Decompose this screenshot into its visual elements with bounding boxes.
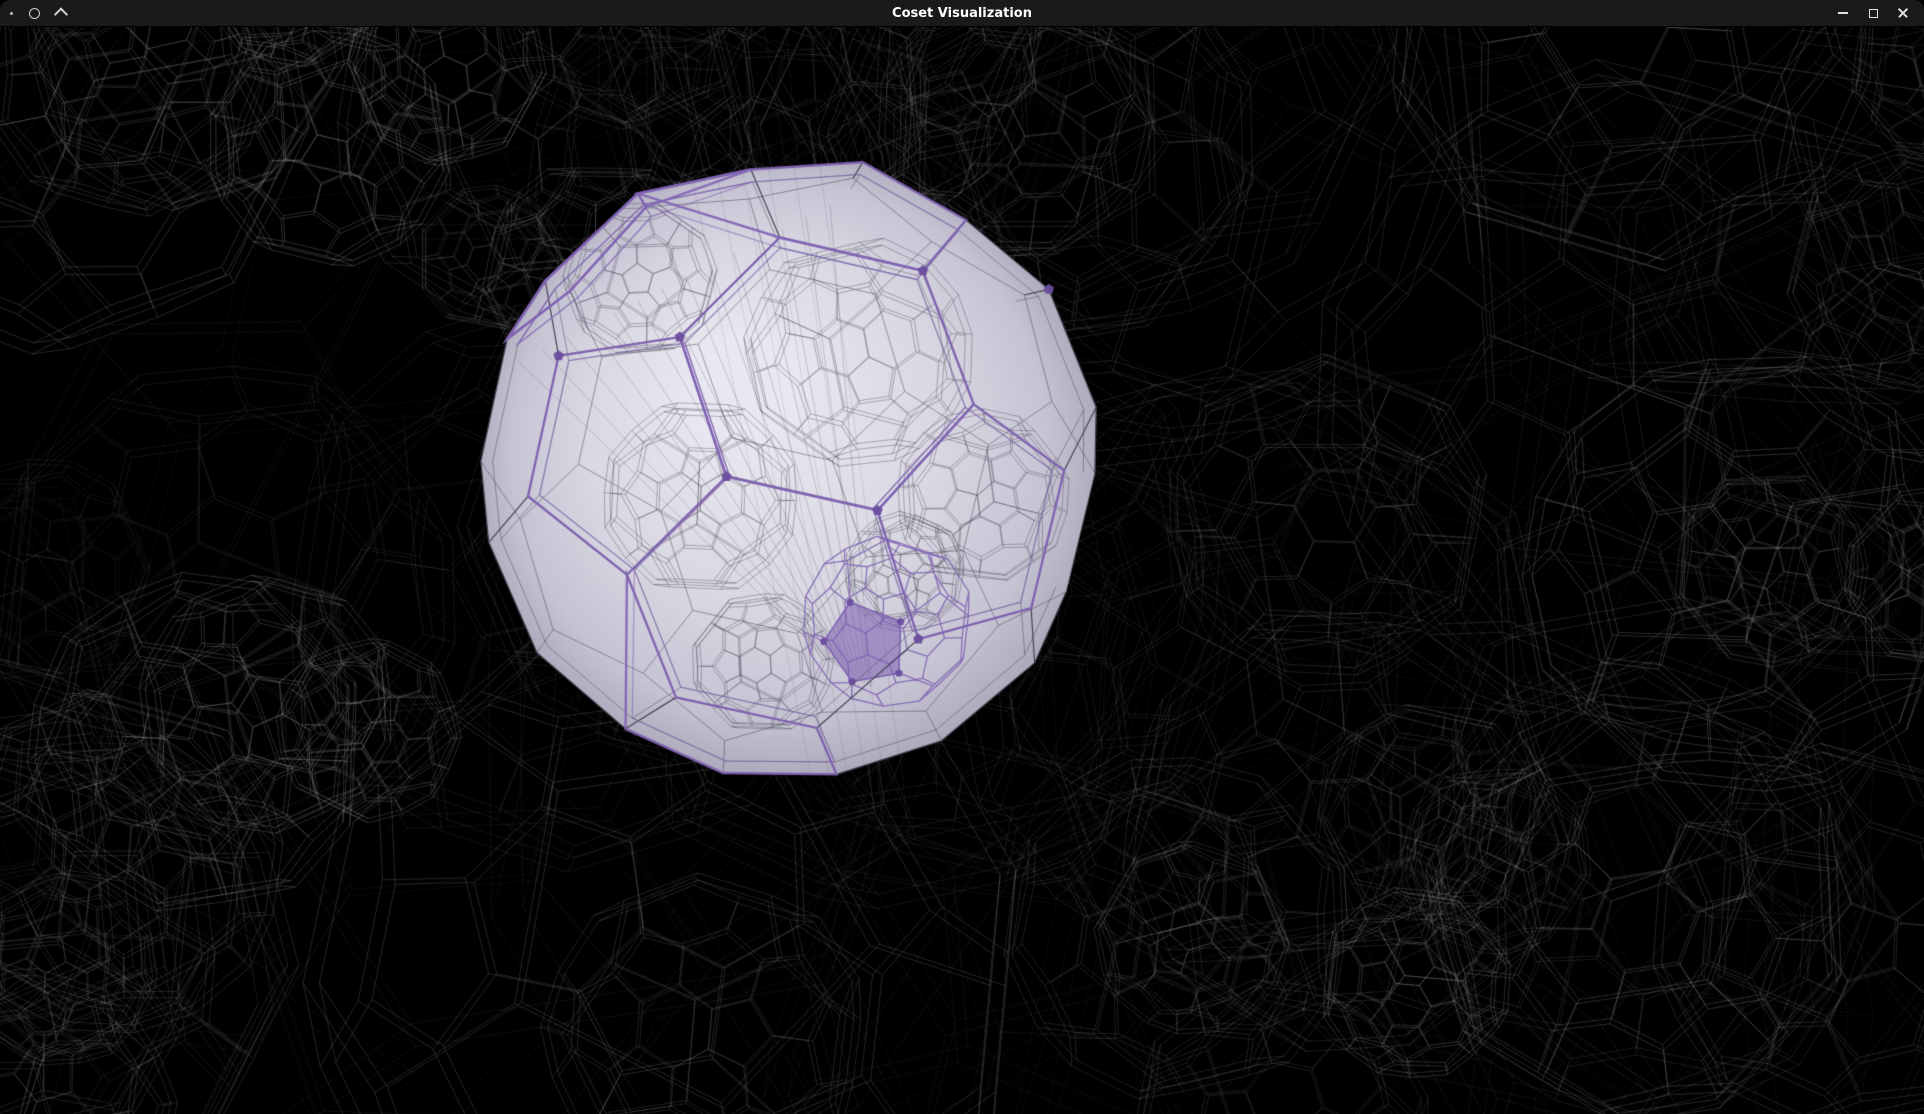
close-icon — [1897, 7, 1909, 19]
coset-3d-canvas[interactable] — [0, 27, 1924, 1114]
app-window: Coset Visualization — [0, 0, 1924, 1114]
titlebar-left-icons — [0, 8, 66, 19]
dot-indicator-icon — [10, 12, 13, 15]
close-button[interactable] — [1894, 4, 1912, 22]
maximize-button[interactable] — [1864, 4, 1882, 22]
window-controls — [1834, 4, 1924, 22]
viewport — [0, 27, 1924, 1114]
maximize-icon — [1869, 9, 1878, 18]
window-title: Coset Visualization — [0, 0, 1924, 26]
chevron-up-icon[interactable] — [54, 7, 68, 21]
minimize-button[interactable] — [1834, 4, 1852, 22]
titlebar: Coset Visualization — [0, 0, 1924, 27]
circle-icon[interactable] — [29, 8, 40, 19]
minimize-icon — [1838, 12, 1848, 14]
